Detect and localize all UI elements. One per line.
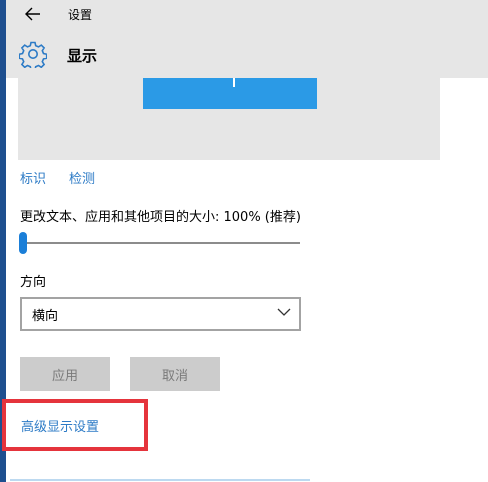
display-preview	[18, 78, 440, 160]
slider-thumb[interactable]	[19, 232, 27, 254]
apply-button[interactable]: 应用	[20, 357, 110, 391]
advanced-display-settings-link[interactable]: 高级显示设置	[21, 416, 99, 435]
gear-icon	[19, 41, 47, 68]
identify-link[interactable]: 标识	[20, 168, 46, 187]
slider-track	[19, 242, 300, 244]
bottom-divider	[10, 479, 310, 481]
orientation-selected-value: 横向	[32, 309, 59, 324]
cancel-button[interactable]: 取消	[130, 357, 220, 391]
page-title: 显示	[67, 47, 98, 65]
scale-label: 更改文本、应用和其他项目的大小: 100% (推荐)	[20, 210, 301, 225]
title-bar: 设置 显示	[6, 0, 488, 78]
orientation-label: 方向	[20, 275, 47, 290]
scale-slider[interactable]	[19, 232, 301, 254]
arrow-left-icon	[25, 7, 40, 21]
monitor-1[interactable]	[143, 78, 317, 109]
chevron-down-icon	[277, 308, 291, 316]
window-title: 设置	[68, 8, 93, 22]
orientation-select[interactable]: 横向	[20, 297, 301, 331]
back-button[interactable]	[20, 2, 46, 26]
detect-link[interactable]: 检测	[69, 168, 95, 187]
monitor-indicator	[233, 78, 235, 87]
